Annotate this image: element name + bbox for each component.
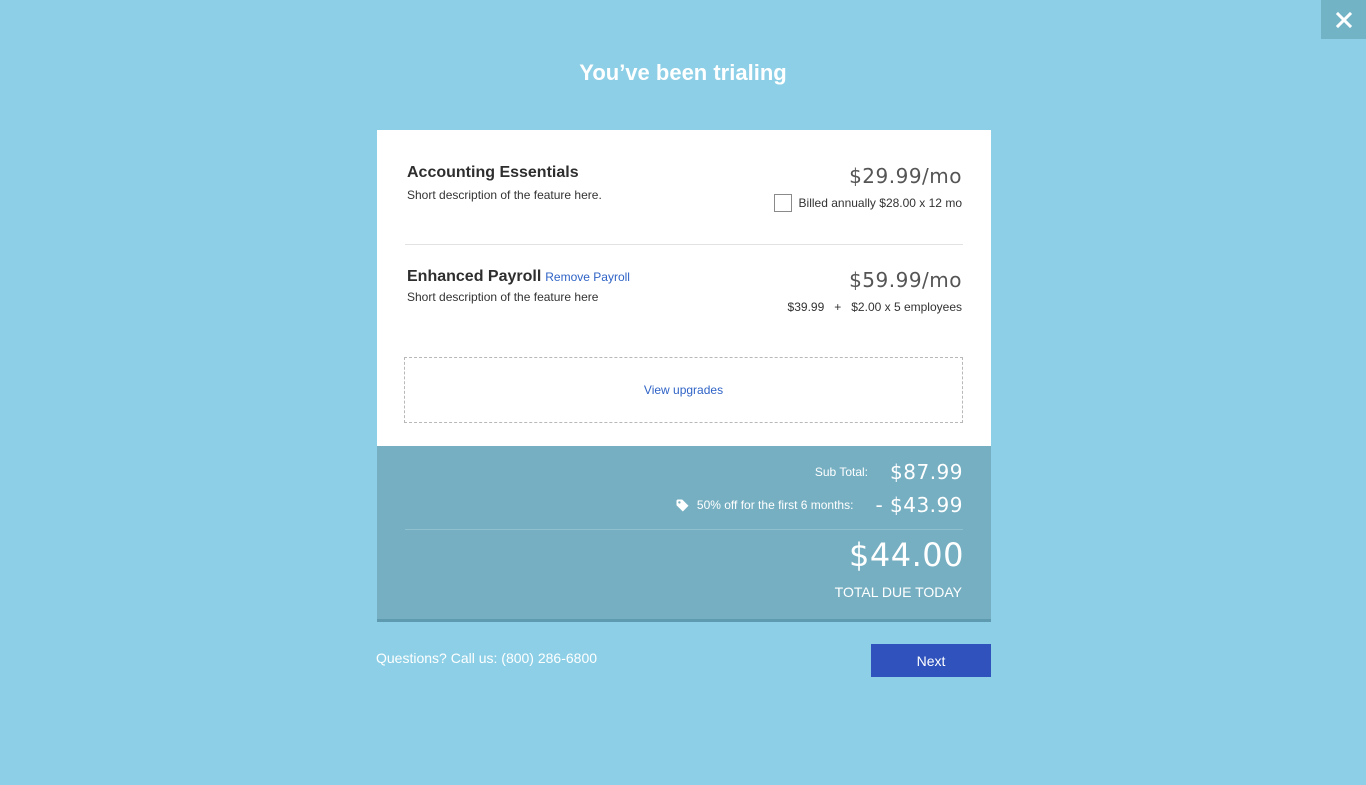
subtotal-value: $87.99: [890, 460, 963, 484]
order-summary: Sub Total: $87.99 50% off for the first 6…: [377, 446, 991, 622]
tag-icon: [676, 499, 689, 511]
billed-annually-label: Billed annually $28.00 x 12 mo: [798, 196, 962, 211]
close-icon: [1335, 11, 1352, 28]
item-divider: [405, 244, 963, 245]
billed-annually-checkbox[interactable]: [773, 194, 792, 212]
next-button[interactable]: Next: [871, 644, 991, 677]
discount-label: 50% off for the first 6 months:: [696, 498, 854, 512]
discount-row: 50% off for the first 6 months: - $43.99: [676, 493, 963, 517]
view-upgrades-link[interactable]: View upgrades: [404, 357, 963, 423]
plan-item-name-text: Enhanced Payroll: [407, 268, 542, 285]
subtotal-row: Sub Total: $87.99: [815, 460, 963, 484]
support-phone-text: Questions? Call us: (800) 286-6800: [376, 650, 598, 666]
close-button[interactable]: [1321, 0, 1366, 39]
subtotal-label: Sub Total:: [814, 465, 869, 479]
plan-item-payroll: Enhanced Payroll Remove Payroll Short des…: [407, 268, 962, 328]
billing-option[interactable]: Billed annually $28.00 x 12 mo: [773, 194, 962, 213]
price-breakdown: $39.99 + $2.00 x 5 employees: [787, 300, 962, 314]
plan-item-price: $29.99/mo: [849, 164, 962, 188]
total-value: $44.00: [849, 536, 964, 574]
plan-card: Accounting Essentials Short description …: [377, 130, 991, 446]
total-label: TOTAL DUE TODAY: [834, 584, 962, 600]
discount-value: - $43.99: [875, 493, 963, 517]
plan-item-price: $59.99/mo: [849, 268, 962, 292]
page-title: You’ve been trialing: [579, 60, 787, 85]
summary-divider: [405, 529, 963, 530]
remove-payroll-link[interactable]: Remove Payroll: [545, 270, 630, 284]
plan-item-accounting: Accounting Essentials Short description …: [407, 164, 962, 224]
